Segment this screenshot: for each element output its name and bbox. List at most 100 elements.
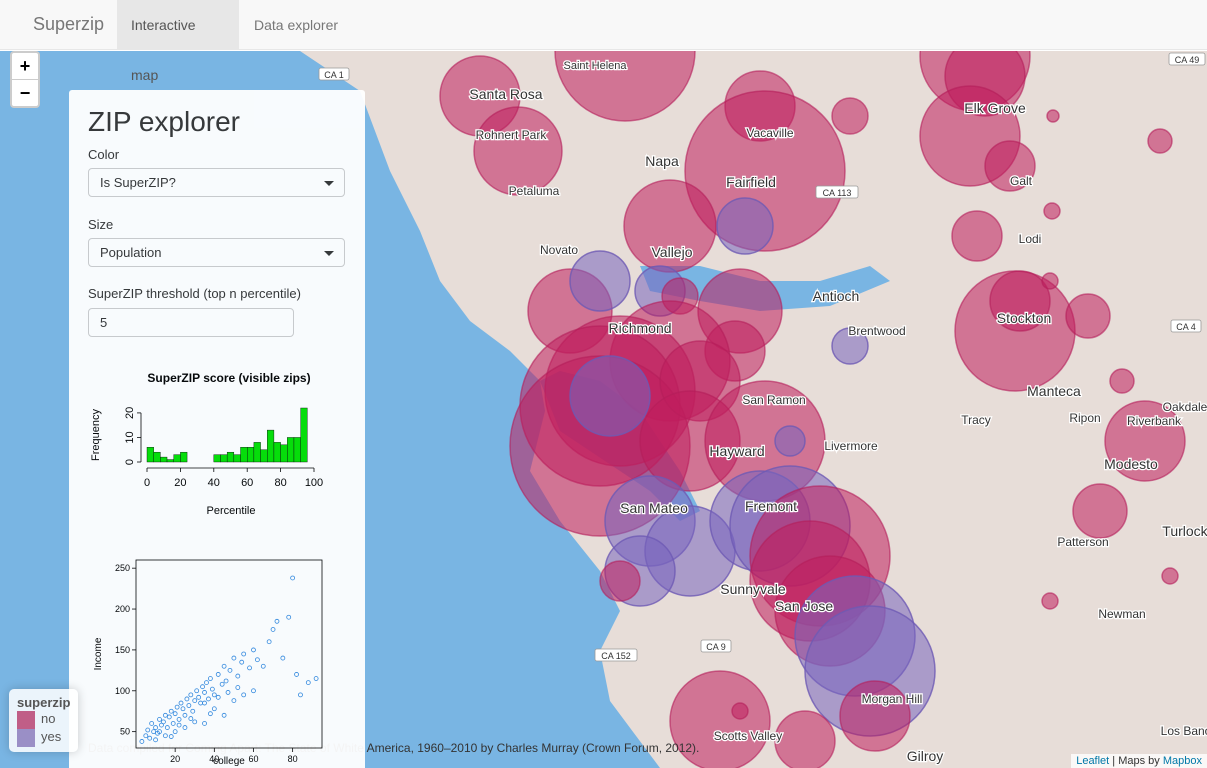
route-label: CA 152 [601,651,631,661]
color-select[interactable]: Is SuperZIP? [88,168,345,197]
zip-circle [473,106,563,196]
scatter-point [305,680,311,686]
legend-label: yes [41,729,62,744]
color-select-value: Is SuperZIP? [100,175,176,190]
place-label: Livermore [824,439,878,453]
scatter-point [188,692,194,698]
zip-circle [1046,109,1060,123]
scatter-point [153,737,158,743]
route-label: CA 4 [1176,322,1196,332]
place-label: Santa Rosa [469,86,542,102]
zoom-out-button[interactable]: − [12,80,38,106]
place-label: Vacaville [746,126,793,140]
histogram-bar [273,442,281,463]
scatter-point [247,665,252,671]
place-label: Scotts Valley [714,729,782,743]
place-label: Patterson [1057,535,1108,549]
histogram-title: SuperZIP score (visible zips) [147,371,310,385]
x-tick-label: 60 [241,477,253,489]
place-label: Manteca [1027,383,1081,399]
place-label: Petaluma [509,184,560,198]
y-tick-label: 200 [115,604,130,614]
zip-circle [569,355,651,437]
x-tick-label: 80 [288,754,298,764]
route-label: CA 9 [706,642,726,652]
y-tick-label: 50 [120,727,130,737]
threshold-label: SuperZIP threshold (top n percentile) [88,286,301,301]
y-tick-label: 100 [115,686,130,696]
place-label: Morgan Hill [862,692,923,706]
scatter-point [231,655,237,661]
scatter-point [270,627,276,632]
scatter-point [168,734,174,739]
place-label: Vallejo [652,244,693,260]
threshold-input[interactable]: 5 [88,308,294,337]
scatter-point [223,678,229,684]
color-label: Color [88,147,120,162]
place-label: San Mateo [620,500,688,516]
histogram-bar [253,442,261,463]
scatter-point [151,729,157,735]
scatter-point [162,712,168,718]
y-tick-label: 20 [124,407,136,419]
scatter-chart: 20 40 60 8050100150200250collegeIncome [93,559,323,767]
scatter-point [274,618,280,624]
brand[interactable]: Superzip [33,14,104,35]
zip-circle [1041,592,1059,610]
scatter-point [294,672,299,677]
scatter-point [182,712,188,718]
leaflet-link[interactable]: Leaflet [1076,755,1109,767]
scatter-point [206,696,211,702]
zip-circle [1041,272,1059,290]
mapbox-link[interactable]: Mapbox [1163,755,1202,767]
scatter-point [200,684,205,690]
scatter-point [194,688,200,694]
scatter-point [204,680,209,686]
place-label: Newman [1098,607,1145,621]
x-tick-label: 80 [274,477,286,489]
zip-circle [774,425,806,457]
place-label: Oakdale [1163,400,1207,414]
histogram-bar [246,447,255,463]
zip-circle [831,97,869,135]
place-label: Ripon [1069,411,1100,425]
size-select[interactable]: Population [88,238,345,267]
scatter-point [184,696,190,702]
scatter-point [182,725,188,730]
scatter-point [192,698,198,703]
scatter-point [149,721,155,726]
histogram-chart: SuperZIP score (visible zips) 0 20 40 60 80 10… [90,371,323,517]
histogram-bar [287,437,295,463]
place-label: Tracy [961,413,991,427]
zoom-in-button[interactable]: + [12,53,38,80]
scatter-point [207,711,213,717]
tab-data-explorer[interactable]: Data explorer [240,0,352,50]
y-tick-label: 250 [115,563,130,573]
scatter-point [227,667,233,673]
place-label: Brentwood [848,324,905,338]
scatter-point [251,688,256,694]
place-label: Fairfield [726,174,776,190]
scatter-point [219,681,225,687]
histogram-ylabel: Frequency [90,409,102,461]
place-label: Los Bano [1161,724,1207,738]
zip-circle [599,560,641,602]
legend-swatch [17,728,35,747]
zip-circle [1043,202,1061,220]
zip-circle [951,210,1003,262]
chevron-down-icon [324,181,334,186]
y-tick-label: 0 [124,459,136,465]
scatter-point [251,647,256,653]
place-label: Riverbank [1127,414,1182,428]
controls-panel[interactable]: ZIP explorer Color Is SuperZIP? Size Pop… [69,90,365,768]
scatter-point [147,735,153,741]
histogram-bar [233,454,241,463]
place-label: Stockton [997,310,1051,326]
legend-item-no: no [17,710,70,729]
legend: superzip no yes [9,689,79,752]
scatter-point [157,716,162,722]
place-label: Antioch [813,288,860,304]
tab-interactive-map[interactable]: Interactive map [117,0,239,83]
scatter-point [260,663,266,669]
scatter-point [235,673,241,679]
